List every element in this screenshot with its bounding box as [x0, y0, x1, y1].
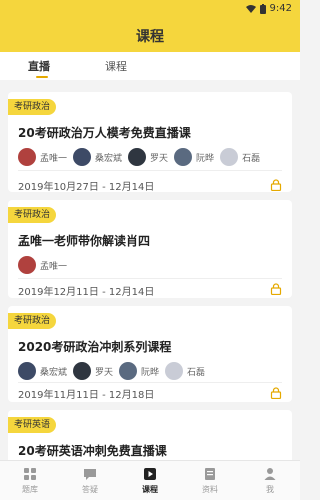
course-title: 2020考研政治冲刺系列课程 [18, 340, 172, 354]
nav-label: 资料 [202, 485, 218, 494]
nav-label: 答疑 [82, 485, 98, 494]
teacher: 孟唯一 [18, 148, 67, 166]
nav-item-materials[interactable]: 资料 [180, 461, 240, 500]
avatar [18, 256, 36, 274]
avatar [174, 148, 193, 166]
avatar [220, 148, 239, 166]
teacher-list: 孟唯一 桑宏斌 罗天 阮晔 石磊 [18, 148, 260, 166]
teacher-name: 桑宏斌 [40, 367, 68, 378]
teacher-name: 阮晔 [141, 367, 160, 378]
bottom-nav: 题库 答疑 课程 资料 我 [0, 460, 300, 500]
course-card[interactable]: 考研政治 2020考研政治冲刺系列课程 桑宏斌 罗天 阮晔 石磊 2019年11… [8, 306, 292, 402]
teacher-list: 桑宏斌 罗天 阮晔 石磊 [18, 362, 205, 380]
teacher-name: 孟唯一 [40, 261, 68, 272]
course-title: 孟唯一老师带你解读肖四 [18, 234, 151, 248]
course-date: 2019年10月27日 - 12月14日 [18, 182, 155, 193]
category-badge: 考研政治 [8, 207, 57, 223]
nav-item-qa[interactable]: 答疑 [60, 461, 120, 500]
tab-indicator [36, 76, 48, 78]
status-bar: 9:42 [0, 0, 300, 18]
category-badge: 考研英语 [8, 417, 57, 433]
page-title: 课程 [136, 29, 164, 45]
status-right: 9:42 [245, 3, 292, 14]
avatar [165, 362, 184, 380]
avatar [73, 362, 92, 380]
tab-course[interactable]: 课程 [105, 58, 127, 74]
nav-item-course[interactable]: 课程 [120, 461, 180, 500]
avatar [128, 148, 147, 166]
teacher-name: 孟唯一 [40, 153, 68, 164]
course-card[interactable]: 考研政治 20考研政治万人模考免费直播课 孟唯一 桑宏斌 罗天 阮晔 石磊 20… [8, 92, 292, 193]
wifi-icon [245, 4, 256, 13]
grid-icon [24, 468, 36, 480]
teacher: 罗天 [73, 362, 113, 380]
nav-label: 我 [266, 485, 274, 494]
course-title: 20考研政治万人模考免费直播课 [18, 126, 191, 140]
teacher: 罗天 [128, 148, 168, 166]
teacher-list: 孟唯一 [18, 256, 67, 274]
teacher-name: 桑宏斌 [95, 153, 123, 164]
teacher-name: 罗天 [150, 153, 169, 164]
teacher-name: 阮晔 [196, 153, 215, 164]
teacher: 孟唯一 [18, 256, 67, 274]
category-badge: 考研政治 [8, 313, 57, 329]
avatar [18, 362, 36, 380]
avatar [18, 148, 36, 166]
divider [18, 278, 282, 279]
divider [18, 382, 282, 383]
course-title: 20考研英语冲刺免费直播课 [18, 444, 167, 458]
course-list[interactable]: 考研政治 20考研政治万人模考免费直播课 孟唯一 桑宏斌 罗天 阮晔 石磊 20… [0, 80, 300, 460]
lock-icon [270, 179, 282, 191]
teacher-name: 石磊 [187, 367, 206, 378]
nav-label: 题库 [22, 485, 38, 494]
course-date: 2019年12月11日 - 12月14日 [18, 287, 155, 298]
lock-icon [270, 283, 282, 295]
teacher: 石磊 [220, 148, 260, 166]
lock-icon [270, 387, 282, 399]
teacher-name: 石磊 [242, 153, 261, 164]
nav-item-me[interactable]: 我 [240, 461, 300, 500]
teacher-name: 罗天 [95, 367, 114, 378]
header: 课程 [0, 18, 300, 52]
chat-icon [84, 469, 96, 480]
play-icon [144, 468, 156, 480]
nav-label: 课程 [142, 485, 158, 494]
avatar [73, 148, 92, 166]
course-date: 2019年11月11日 - 12月18日 [18, 390, 155, 401]
teacher: 桑宏斌 [18, 362, 67, 380]
tab-live[interactable]: 直播 [28, 58, 50, 74]
teacher: 阮晔 [174, 148, 214, 166]
teacher: 石磊 [165, 362, 205, 380]
course-card[interactable]: 考研政治 孟唯一老师带你解读肖四 孟唯一 2019年12月11日 - 12月14… [8, 200, 292, 298]
teacher: 桑宏斌 [73, 148, 122, 166]
tab-bar: 直播 课程 [0, 52, 300, 80]
nav-item-question-bank[interactable]: 题库 [0, 461, 60, 500]
category-badge: 考研政治 [8, 99, 57, 115]
course-card[interactable]: 考研英语 20考研英语冲刺免费直播课 [8, 410, 292, 460]
status-time: 9:42 [269, 3, 292, 14]
document-icon [205, 468, 215, 480]
avatar [119, 362, 138, 380]
person-icon [264, 468, 276, 480]
divider [18, 170, 282, 171]
battery-icon [259, 3, 266, 14]
teacher: 阮晔 [119, 362, 159, 380]
